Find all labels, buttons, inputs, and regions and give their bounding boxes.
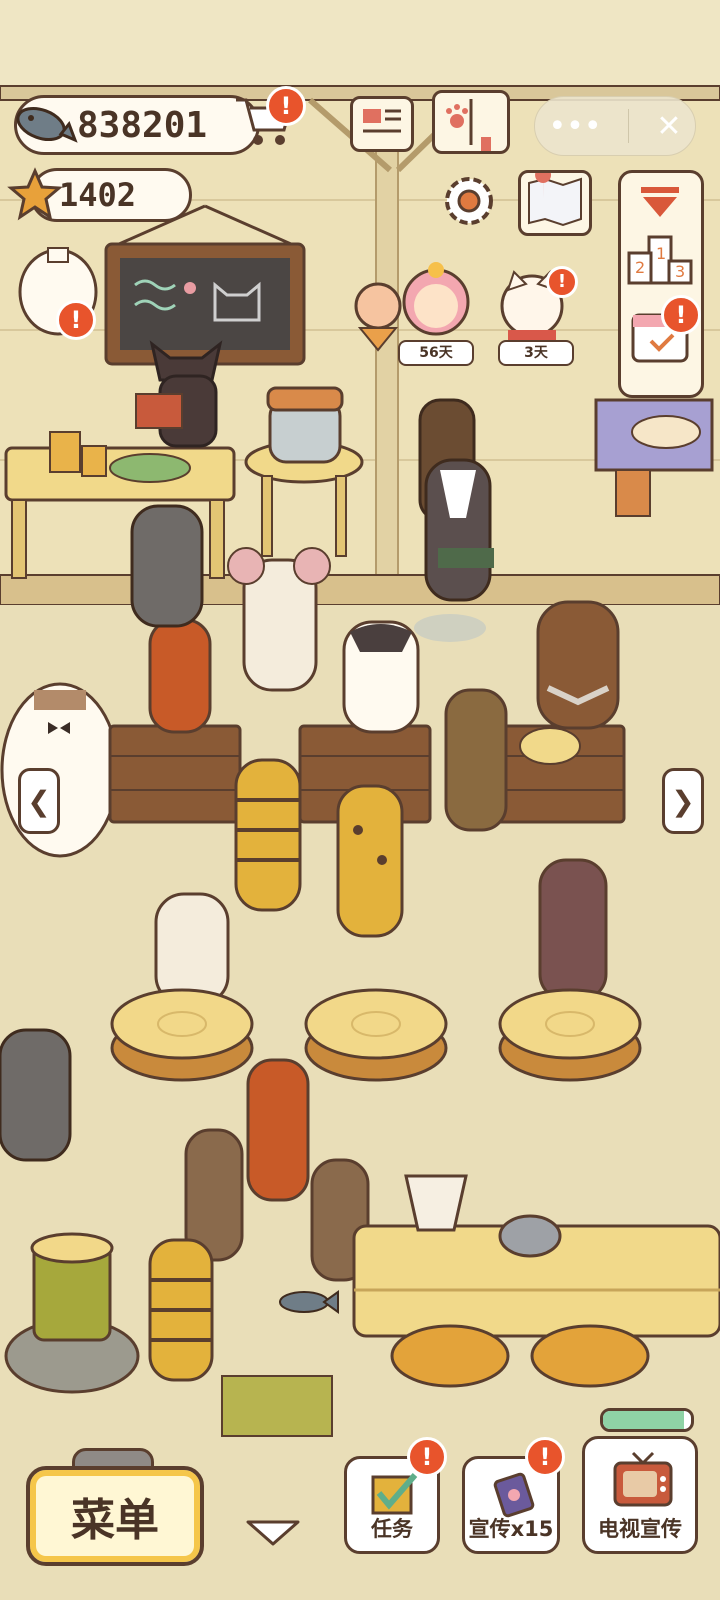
chevron-right-icon: ❯ xyxy=(671,784,695,818)
promo-alert-badge: ! xyxy=(525,1437,565,1477)
shop-cart-button[interactable]: ! xyxy=(232,86,306,150)
newspaper-icon xyxy=(363,109,401,133)
newspaper-button[interactable] xyxy=(350,96,414,152)
log-table-right xyxy=(498,988,642,1082)
log-table-left xyxy=(110,988,254,1082)
calendar-alert-badge: ! xyxy=(661,295,701,335)
miniprogram-capsule: ••• ✕ xyxy=(534,96,696,156)
flyer-icon xyxy=(493,1472,535,1518)
svg-text:1: 1 xyxy=(656,244,666,263)
deer-customer xyxy=(148,618,212,734)
energy-progress-bar xyxy=(600,1408,694,1432)
hyena-dancer-right xyxy=(336,784,404,938)
guest-alert-badge: ! xyxy=(546,266,578,298)
energy-progress-fill xyxy=(603,1411,684,1429)
map-icon xyxy=(528,167,582,227)
guest-days-label: 56天 xyxy=(398,340,474,366)
close-icon[interactable]: ✕ xyxy=(656,109,681,144)
mouse-customer xyxy=(227,547,331,692)
white-mouse-standing xyxy=(154,892,230,1006)
badger-customer xyxy=(342,620,420,734)
gray-mouse-lower xyxy=(0,1028,72,1162)
scroll-right-arrow[interactable]: ❯ xyxy=(662,768,704,834)
star-icon xyxy=(7,167,63,221)
collapse-triangle-icon[interactable] xyxy=(639,185,681,219)
fish-icon xyxy=(16,106,78,143)
star-currency-counter: 1402 xyxy=(7,167,192,222)
menu-button-label: 菜单 xyxy=(71,1495,159,1546)
hedgehog-customer xyxy=(444,688,508,832)
gray-mouse-customer xyxy=(130,504,204,628)
bamboo-mat xyxy=(221,1375,333,1437)
queue-badger xyxy=(424,458,494,602)
fish-currency-counter: 838201 xyxy=(14,95,260,155)
white-longhair-cat xyxy=(0,682,120,858)
deer-customer-lower xyxy=(246,1058,310,1202)
dog-customer xyxy=(538,858,608,1002)
ranking-podium-icon[interactable]: 1 2 3 xyxy=(627,229,693,291)
cafe-scene xyxy=(0,0,720,1600)
chevron-down-icon[interactable] xyxy=(244,1518,302,1548)
scroll-left-arrow[interactable]: ❮ xyxy=(18,768,60,834)
checkbox-icon xyxy=(371,1473,418,1515)
tv-promo-button-label: 电视宣传 xyxy=(598,1517,682,1541)
sack-cat-alert-badge: ! xyxy=(56,300,96,340)
chevron-left-icon: ❮ xyxy=(27,784,51,818)
tasks-alert-badge: ! xyxy=(407,1437,447,1477)
tasks-button[interactable]: 任务 ! xyxy=(344,1437,447,1554)
promo-button[interactable]: 宣传x15 ! xyxy=(462,1437,565,1554)
capsule-divider xyxy=(628,109,630,143)
tv-promo-button[interactable]: 电视宣传 xyxy=(582,1436,698,1554)
cart-alert-badge: ! xyxy=(266,86,306,126)
svg-text:3: 3 xyxy=(675,262,685,281)
fish-amount: 838201 xyxy=(77,104,208,146)
hyena-dancer-left xyxy=(234,758,302,912)
wood-table-left xyxy=(108,724,242,824)
star-amount: 1402 xyxy=(59,176,137,214)
svg-text:2: 2 xyxy=(635,258,645,277)
wood-table-right xyxy=(492,724,626,824)
hyena-customer-lower xyxy=(148,1238,214,1382)
log-table-middle xyxy=(304,988,448,1082)
guest-days-label: 3天 xyxy=(498,340,574,366)
paw-book-icon xyxy=(446,99,491,151)
settings-button[interactable] xyxy=(438,170,500,232)
gear-icon xyxy=(445,177,493,225)
more-dots-icon[interactable]: ••• xyxy=(548,109,601,144)
map-button[interactable] xyxy=(518,167,592,236)
bear-customer xyxy=(536,600,620,730)
side-menu-panel: 1 2 3 ! xyxy=(618,170,704,398)
menu-button[interactable]: 菜单 xyxy=(26,1466,204,1566)
tasks-button-label: 任务 xyxy=(371,1517,413,1541)
tv-icon xyxy=(613,1451,673,1507)
paw-book-button[interactable] xyxy=(432,90,510,154)
